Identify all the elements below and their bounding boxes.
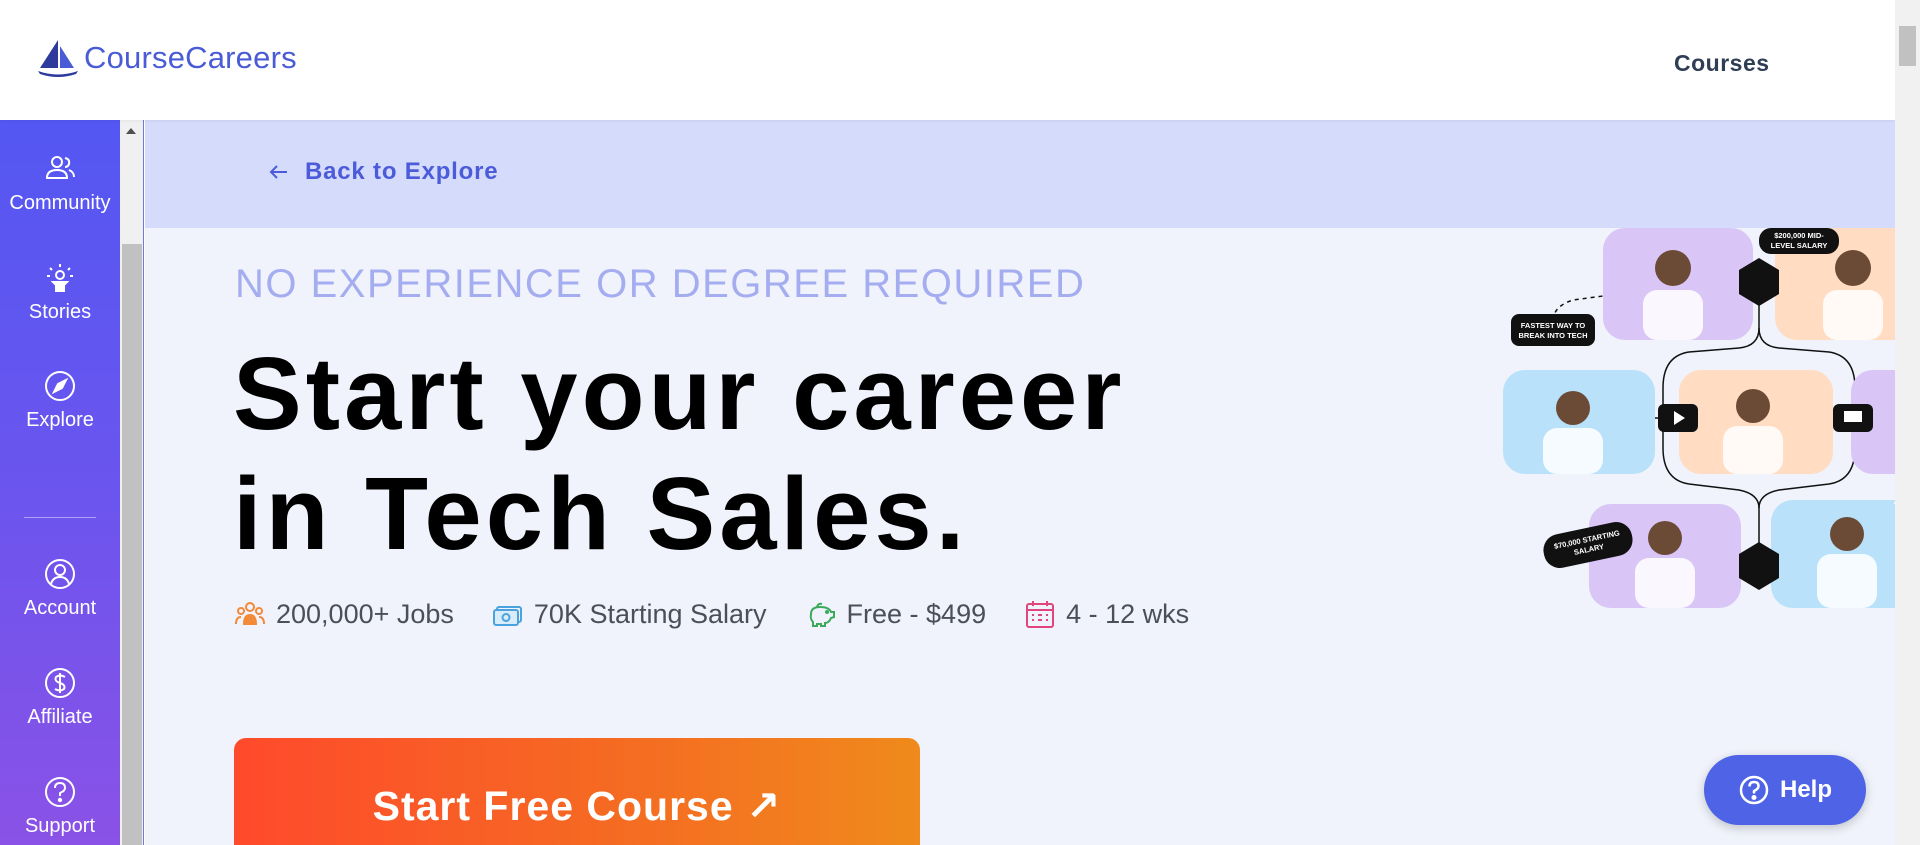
left-sidebar: Community Stories Explore Account Affili… <box>0 120 120 845</box>
stories-icon <box>47 264 73 292</box>
page: CourseCareers Courses Community Stories <box>0 0 1920 845</box>
page-scrollbar-thumb[interactable] <box>1899 26 1916 66</box>
piggy-bank-icon <box>809 602 835 627</box>
main-content: Back to Explore NO EXPERIENCE OR DEGREE … <box>145 120 1920 845</box>
stat-text: Free - $499 <box>846 598 987 629</box>
question-icon <box>1739 775 1769 805</box>
dollar-icon <box>45 668 75 698</box>
back-to-explore-link[interactable]: Back to Explore <box>267 158 498 186</box>
question-icon <box>45 777 75 807</box>
svg-text:$200,000 MID-: $200,000 MID- <box>1774 231 1824 240</box>
stat-duration: 4 - 12 wks <box>1024 598 1189 630</box>
stat-jobs: 200,000+ Jobs <box>234 598 454 630</box>
nav-courses-link[interactable]: Courses <box>1674 50 1770 77</box>
sidebar-item-label: Affiliate <box>27 706 93 728</box>
sidebar-item-explore[interactable]: Explore <box>0 369 120 432</box>
stat-text: 70K Starting Salary <box>533 598 767 629</box>
svg-text:FASTEST WAY TO: FASTEST WAY TO <box>1521 321 1586 330</box>
course-stats: 200,000+ Jobs 70K Starting Salary Free -… <box>234 598 1227 630</box>
sidebar-item-label: Account <box>23 597 97 619</box>
sidebar-item-support[interactable]: Support <box>0 775 120 838</box>
sidebar-item-stories[interactable]: Stories <box>0 261 120 324</box>
sidebar-scrollbar[interactable] <box>120 120 144 845</box>
stat-text: 200,000+ Jobs <box>276 598 454 629</box>
svg-text:LEVEL SALARY: LEVEL SALARY <box>1771 241 1828 250</box>
sidebar-item-label: Support <box>24 815 96 837</box>
start-free-course-button[interactable]: Start Free Course ↗ <box>234 738 920 845</box>
back-bar: Back to Explore <box>145 120 1895 228</box>
people-icon <box>235 602 265 625</box>
stat-salary: 70K Starting Salary <box>492 598 767 630</box>
sidebar-item-affiliate[interactable]: Affiliate <box>0 666 120 729</box>
account-icon <box>45 559 75 589</box>
top-header: CourseCareers Courses <box>0 0 1895 120</box>
back-link-label: Back to Explore <box>305 158 499 185</box>
page-scrollbar[interactable] <box>1895 0 1920 845</box>
eyebrow-text: NO EXPERIENCE OR DEGREE REQUIRED <box>235 262 1086 306</box>
stat-text: 4 - 12 wks <box>1066 598 1190 629</box>
sidebar-divider <box>24 517 96 518</box>
brand-name: CourseCareers <box>84 40 297 75</box>
calendar-icon <box>1026 601 1055 628</box>
brand-logo[interactable]: CourseCareers <box>36 38 297 78</box>
headline-line-1: Start your career <box>233 336 1126 451</box>
community-icon <box>45 156 75 179</box>
page-headline: Start your career in Tech Sales. <box>233 334 1125 574</box>
sidebar-item-label: Explore <box>26 409 94 431</box>
students-collage-image: FASTEST WAY TO BREAK INTO TECH $200,000 … <box>1503 228 1920 608</box>
headline-line-2: in Tech Sales. <box>233 456 969 571</box>
stat-price: Free - $499 <box>805 598 987 630</box>
sidebar-item-label: Stories <box>28 301 92 323</box>
help-button[interactable]: Help <box>1704 755 1866 825</box>
sailboat-logo-icon <box>38 40 78 77</box>
arrow-left-icon <box>269 165 287 179</box>
scroll-up-arrow-icon[interactable] <box>126 128 136 134</box>
scrollbar-thumb[interactable] <box>122 244 142 845</box>
cta-label: Start Free Course ↗ <box>372 783 782 829</box>
sidebar-item-account[interactable]: Account <box>0 557 120 620</box>
sidebar-item-community[interactable]: Community <box>0 152 120 215</box>
compass-icon <box>45 371 75 401</box>
cash-icon <box>492 606 522 626</box>
sidebar-item-label: Community <box>9 192 111 214</box>
help-label: Help <box>1779 776 1832 803</box>
svg-text:BREAK INTO TECH: BREAK INTO TECH <box>1518 331 1587 340</box>
